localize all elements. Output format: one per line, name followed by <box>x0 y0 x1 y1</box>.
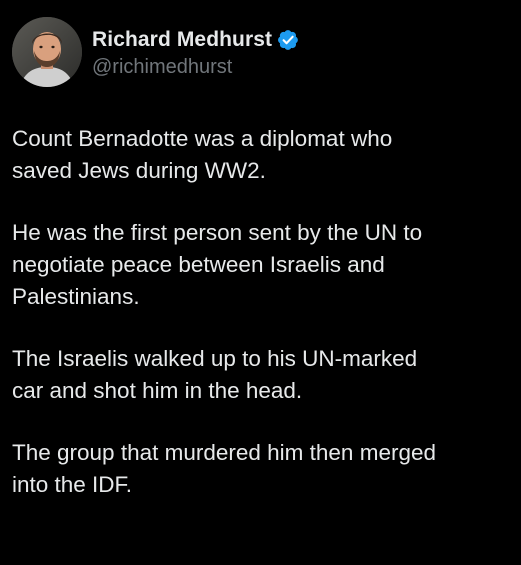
display-name[interactable]: Richard Medhurst <box>92 28 272 52</box>
tweet-paragraph: Count Bernadotte was a diplomat who save… <box>12 126 393 183</box>
tweet: Richard Medhurst @richimedhurst Count Be… <box>0 0 521 565</box>
tweet-paragraph: The Israelis walked up to his UN-marked … <box>12 346 418 403</box>
verified-badge-icon <box>277 29 299 51</box>
avatar-image <box>12 17 82 87</box>
tweet-text: Count Bernadotte was a diplomat who save… <box>12 123 512 501</box>
tweet-paragraph: The group that murdered him then merged … <box>12 440 436 497</box>
handle[interactable]: @richimedhurst <box>92 56 299 79</box>
author-names: Richard Medhurst @richimedhurst <box>92 25 299 79</box>
avatar[interactable] <box>12 17 82 87</box>
tweet-header: Richard Medhurst @richimedhurst <box>12 17 299 87</box>
name-row: Richard Medhurst <box>92 25 299 55</box>
tweet-paragraph: He was the first person sent by the UN t… <box>12 220 423 309</box>
